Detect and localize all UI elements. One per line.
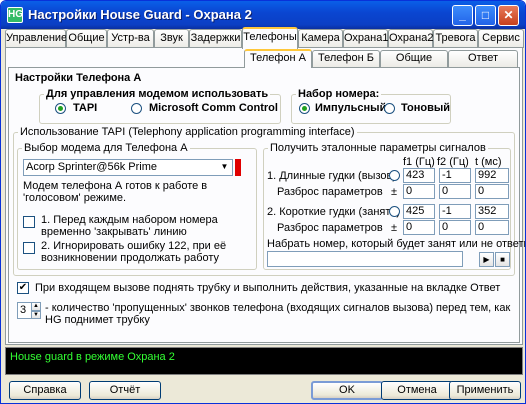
long-beeps-radio[interactable]	[389, 170, 400, 181]
title-bar[interactable]: HG Настройки House Guard - Охрана 2 _ □ …	[1, 1, 525, 29]
maximize-button[interactable]: □	[475, 5, 496, 26]
tab-delays[interactable]: Задержки	[189, 29, 242, 48]
modem-select-title: Выбор модема для Телефона А	[24, 142, 188, 154]
tapi-label: TAPI	[73, 102, 98, 114]
tab-phone-b[interactable]: Телефон Б	[312, 50, 380, 67]
short-f1-input[interactable]: 425	[403, 204, 435, 219]
report-button[interactable]: Отчёт	[89, 381, 161, 400]
col-f1-header: f1 (Гц)	[403, 156, 435, 168]
short-spread-pm: ±	[391, 222, 398, 234]
short-spread-label: Разброс параметров	[277, 222, 383, 234]
short-t-input[interactable]: 352	[475, 204, 509, 219]
long-f2-spread-input[interactable]: 0	[439, 184, 471, 199]
phone-a-panel: Настройки Телефона А Для управления моде…	[8, 67, 525, 343]
short-f2-input[interactable]: -1	[439, 204, 471, 219]
long-f2-input[interactable]: -1	[439, 168, 471, 183]
cancel-button[interactable]: Отмена	[381, 381, 453, 400]
minimize-button[interactable]: _	[452, 5, 473, 26]
long-t-spread-input[interactable]: 0	[475, 184, 509, 199]
app-icon: HG	[7, 7, 23, 23]
short-beeps-radio[interactable]	[389, 206, 400, 217]
tab-obshchie[interactable]: Общие	[66, 29, 107, 48]
tab-camera[interactable]: Камера	[298, 29, 343, 48]
close-line-label: 1. Перед каждым набором номера временно …	[41, 214, 218, 238]
col-f2-header: f2 (Гц)	[437, 156, 469, 168]
modem-indicator	[235, 159, 241, 176]
tab-alarm[interactable]: Тревога	[433, 29, 478, 48]
spin-down-icon[interactable]: ▼	[31, 311, 41, 319]
long-beeps-label: 1. Длинные гудки (вызов)	[267, 170, 397, 182]
tab-upravlenie[interactable]: Управление	[5, 29, 67, 48]
tapi-radio[interactable]	[55, 103, 66, 114]
phone-sub-tab-strip: Телефон А Телефон Б Общие Ответ	[244, 49, 522, 68]
tone-radio[interactable]	[384, 103, 395, 114]
modem-status-text: Модем телефона А готов к работе в 'голос…	[23, 180, 208, 204]
short-beeps-label: 2. Короткие гудки (занято)	[267, 206, 401, 218]
ok-button[interactable]: OK	[311, 381, 383, 400]
window-title: Настройки House Guard - Охрана 2	[28, 7, 252, 22]
pulse-radio[interactable]	[299, 103, 310, 114]
signal-params-title: Получить эталонные параметры сигналов	[270, 142, 486, 154]
dropdown-arrow-icon[interactable]: ▼	[217, 160, 232, 175]
long-spread-pm: ±	[391, 186, 398, 198]
short-f1-spread-input[interactable]: 0	[403, 220, 435, 235]
status-bar: House guard в режиме Охрана 2	[5, 347, 523, 375]
help-button[interactable]: Справка	[9, 381, 81, 400]
short-t-spread-input[interactable]: 0	[475, 220, 509, 235]
long-f1-spread-input[interactable]: 0	[403, 184, 435, 199]
missed-count-text: - количество 'пропущенных' звонков телеф…	[45, 302, 511, 326]
ignore-error-label: 2. Игнорировать ошибку 122, при её возни…	[41, 240, 227, 264]
modem-control-title: Для управления модемом использовать	[46, 88, 269, 100]
settings-window: HG Настройки House Guard - Охрана 2 _ □ …	[0, 0, 526, 404]
long-t-input[interactable]: 992	[475, 168, 509, 183]
stop-icon[interactable]: ■	[495, 252, 510, 267]
tab-guard1[interactable]: Охрана1	[343, 29, 388, 48]
tone-label: Тоновый	[401, 102, 451, 114]
tab-phone-general[interactable]: Общие	[380, 50, 448, 67]
ignore-error-checkbox[interactable]	[23, 242, 35, 254]
tab-guard2[interactable]: Охрана2	[388, 29, 433, 48]
phone-a-settings-title: Настройки Телефона А	[15, 72, 142, 84]
spin-up-icon[interactable]: ▲	[31, 302, 41, 311]
tab-phone-a[interactable]: Телефон А	[244, 49, 312, 68]
phones-panel: Телефон А Телефон Б Общие Ответ Настройк…	[5, 47, 525, 345]
tab-service[interactable]: Сервис	[478, 29, 524, 48]
tab-phone-answer[interactable]: Ответ	[448, 50, 518, 67]
dial-number-input[interactable]	[267, 251, 463, 267]
comm-control-label: Microsoft Comm Control	[149, 102, 278, 114]
tab-sound[interactable]: Звук	[154, 29, 189, 48]
main-tab-strip: Управление Общие Устр-ва Звук Задержки Т…	[5, 27, 525, 49]
modem-select[interactable]: Acorp Sprinter@56k Prime	[23, 159, 233, 176]
comm-control-radio[interactable]	[131, 103, 142, 114]
long-f1-input[interactable]: 423	[403, 168, 435, 183]
dial-mode-title: Набор номера:	[298, 88, 380, 100]
tab-phones[interactable]: Телефоны	[242, 27, 298, 49]
incoming-call-label: При входящем вызове поднять трубку и вып…	[35, 282, 501, 294]
play-icon[interactable]: ▶	[479, 252, 494, 267]
tapi-group-title: Использование TAPI (Telephony applicatio…	[20, 126, 355, 138]
close-line-checkbox[interactable]	[23, 216, 35, 228]
dial-prompt-label: Набрать номер, который будет занят или н…	[267, 238, 526, 250]
pulse-label: Импульсный	[315, 102, 387, 114]
col-t-header: t (мс)	[475, 156, 502, 168]
tab-devices[interactable]: Устр-ва	[107, 29, 154, 48]
apply-button[interactable]: Применить	[449, 381, 521, 400]
long-spread-label: Разброс параметров	[277, 186, 383, 198]
short-f2-spread-input[interactable]: 0	[439, 220, 471, 235]
close-button[interactable]: ✕	[498, 5, 519, 26]
incoming-call-checkbox[interactable]: ✔	[17, 282, 29, 294]
